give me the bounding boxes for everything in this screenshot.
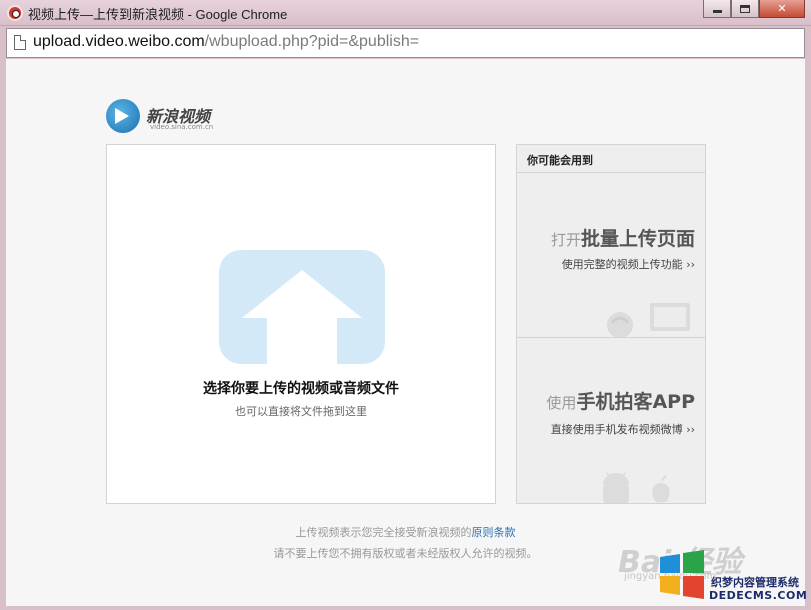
url-text[interactable]: upload.video.weibo.com/wbupload.php?pid=… [33,33,419,51]
upload-arrow-icon[interactable] [219,250,385,364]
close-button[interactable]: ✕ [759,0,805,18]
batch-upload-desc-text: 使用完整的视频上传功能 [561,258,683,271]
minimize-button[interactable] [703,0,731,18]
mobile-app-desc-text: 直接使用手机发布视频微博 [550,423,683,436]
terms-notice-text: 上传视频表示您完全接受新浪视频的 [295,526,472,539]
maximize-button[interactable] [731,0,759,18]
upload-main-label[interactable]: 选择你要上传的视频或音频文件 [107,378,495,398]
chevron-right-icon: ›› [686,423,695,436]
sina-video-logo[interactable]: 新浪视频 video.sina.com.cn [106,99,226,135]
side-header: 你可能会用到 [517,145,705,173]
android-apple-icon [603,472,670,503]
computer-deco-icon [607,303,690,337]
mobile-app-desc: 直接使用手机发布视频微博 ›› [551,421,695,437]
upload-sub-label: 也可以直接将文件拖到这里 [235,405,367,418]
minimize-icon [712,10,722,13]
chevron-right-icon: ›› [686,258,695,271]
mobile-app-title: 使用手机拍客APP [546,387,695,414]
close-icon: ✕ [777,2,787,15]
window-title: 视频上传—上传到新浪视频 - Google Chrome [28,7,288,22]
side-panel: 你可能会用到 打开批量上传页面 使用完整的视频上传功能 ›› 使用手机拍客APP… [516,144,706,504]
url-host: upload.video.weibo.com [33,33,205,50]
window-titlebar: 视频上传—上传到新浪视频 - Google Chrome ✕ [0,0,811,26]
mobile-app-link[interactable]: 使用手机拍客APP 直接使用手机发布视频微博 ›› [517,339,705,504]
dedecms-watermark-url: DEDECMS.COM [709,589,808,602]
url-path: /wbupload.php?pid=&publish= [204,33,420,50]
batch-upload-title-text: 批量上传页面 [580,228,695,250]
address-bar[interactable]: upload.video.weibo.com/wbupload.php?pid=… [6,28,805,58]
batch-upload-link[interactable]: 打开批量上传页面 使用完整的视频上传功能 ›› [517,174,705,338]
upload-dropzone[interactable]: 选择你要上传的视频或音频文件 也可以直接将文件拖到这里 [106,144,496,504]
batch-upload-prefix: 打开 [550,231,581,249]
terms-link[interactable]: 原则条款 [472,526,516,539]
windows-logo-icon [660,550,704,599]
sina-video-logo-icon [106,99,140,133]
logo-domain: video.sina.com.cn [150,123,214,131]
page-content: 新浪视频 video.sina.com.cn 选择你要上传的视频或音频文件 也可… [6,59,808,606]
dedecms-watermark-title: 织梦内容管理系统 [711,576,799,589]
weibo-icon [7,5,23,21]
batch-upload-title: 打开批量上传页面 [551,224,695,251]
mobile-app-prefix: 使用 [546,394,577,412]
mobile-app-title-text: 手机拍客APP [576,391,695,413]
maximize-icon [740,4,750,13]
batch-upload-desc: 使用完整的视频上传功能 ›› [562,256,695,272]
window-controls: ✕ [703,0,805,18]
page-icon [14,35,26,50]
